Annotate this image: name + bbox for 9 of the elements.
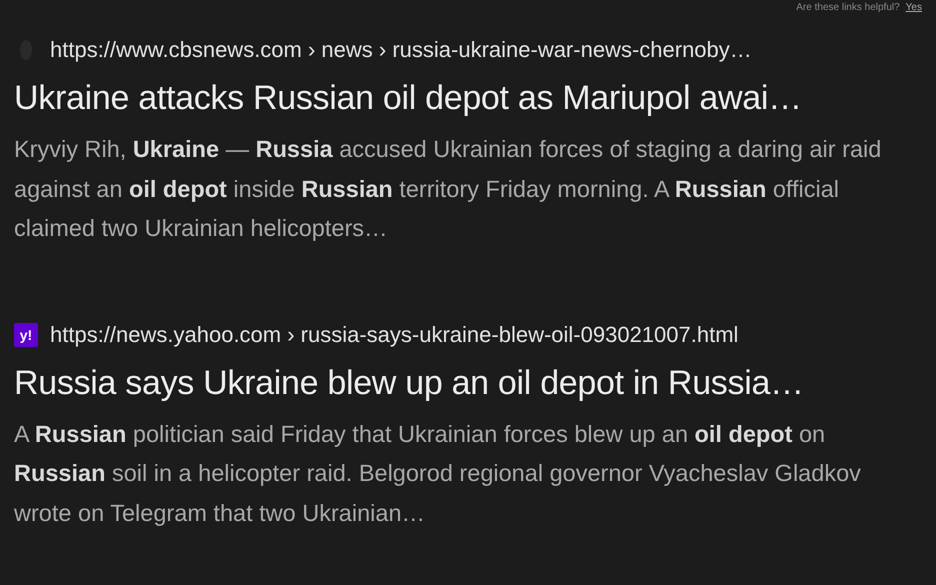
yahoo-icon: y! [14, 322, 38, 346]
result-title-link[interactable]: Ukraine attacks Russian oil depot as Mariupol awai… [14, 78, 922, 118]
result-snippet: A Russian politician said Friday that Ukrainian forces blew up an oil depot on Russian soil in a helicopter raid. Belgorod regional governor Vyacheslav Gladkov wrote on Telegram that two Ukrainian… [14, 420, 862, 528]
result-url: https://news.yahoo.com › russia-says-ukraine-blew-oil-093021007.html [50, 322, 738, 348]
result-snippet: Kryviy Rih, Ukraine — Russia accused Ukrainian forces of staging a daring air raid against an oil depot inside Russian territory Friday morning. A Russian official claimed two Ukrainian helicopters… [14, 135, 882, 243]
yes-link[interactable]: Yes [906, 2, 922, 12]
feedback-question: Are these links helpful? [796, 2, 900, 12]
result-title-link[interactable]: Russia says Ukraine blew up an oil depot in Russia… [14, 362, 922, 402]
result-url: https://www.cbsnews.com › news › russia-ukraine-war-news-chernoby… [50, 37, 752, 63]
